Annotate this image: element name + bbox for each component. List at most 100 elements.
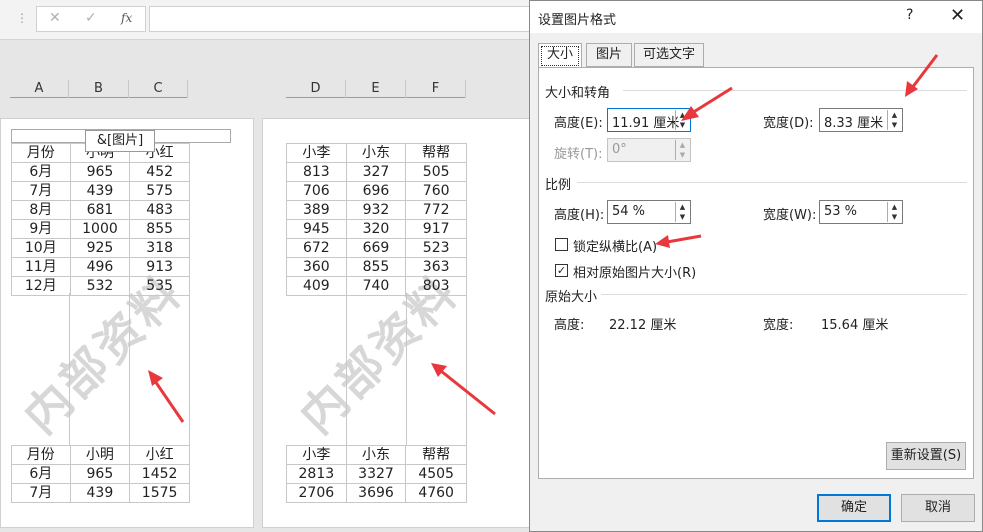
- ok-button[interactable]: 确定: [817, 494, 891, 522]
- table-cell[interactable]: 1575: [129, 483, 190, 503]
- table-header-cell[interactable]: 小李: [286, 445, 347, 465]
- scale-height-stepper[interactable]: 54 % ▲ ▼: [607, 200, 691, 224]
- close-icon[interactable]: ✕: [950, 5, 965, 26]
- table-cell[interactable]: 672: [286, 238, 347, 258]
- table-cell[interactable]: 9月: [11, 219, 71, 239]
- table-cell[interactable]: 532: [69, 276, 131, 296]
- table-cell[interactable]: 855: [129, 219, 190, 239]
- table-header-cell[interactable]: 小红: [129, 445, 190, 465]
- table-cell[interactable]: 855: [345, 257, 407, 277]
- column-header-c[interactable]: C: [129, 80, 188, 98]
- tab-alt-text[interactable]: 可选文字: [634, 43, 704, 67]
- lock-aspect-checkbox[interactable]: [555, 238, 568, 251]
- lock-aspect-label[interactable]: 锁定纵横比(A): [573, 236, 657, 255]
- table-cell[interactable]: 535: [129, 276, 190, 296]
- table-cell[interactable]: 813: [286, 162, 347, 182]
- table-cell[interactable]: 2813: [286, 464, 347, 484]
- table-cell[interactable]: 409: [286, 276, 347, 296]
- table-cell[interactable]: 439: [69, 181, 131, 201]
- table-cell[interactable]: 945: [286, 219, 347, 239]
- table-cell[interactable]: 8月: [11, 200, 71, 220]
- table-cell[interactable]: 740: [345, 276, 407, 296]
- table-header-cell[interactable]: 小明: [69, 445, 131, 465]
- table-cell[interactable]: 4505: [405, 464, 467, 484]
- table-cell[interactable]: 483: [129, 200, 190, 220]
- table-cell[interactable]: 496: [69, 257, 131, 277]
- cancel-icon[interactable]: ✕: [49, 10, 61, 26]
- table-header-cell[interactable]: 帮帮: [405, 143, 467, 163]
- table-cell[interactable]: 7月: [11, 181, 71, 201]
- table-cell[interactable]: 363: [405, 257, 467, 277]
- drag-grip-icon[interactable]: ⋮: [16, 11, 28, 25]
- table-cell[interactable]: 669: [345, 238, 407, 258]
- chevron-up-icon[interactable]: ▲: [676, 202, 689, 212]
- table-cell[interactable]: 696: [345, 181, 407, 201]
- table-cell[interactable]: 7月: [11, 483, 71, 503]
- table-cell[interactable]: 1452: [129, 464, 190, 484]
- table-cell[interactable]: 706: [286, 181, 347, 201]
- tab-picture[interactable]: 图片: [586, 43, 632, 67]
- width-stepper[interactable]: 8.33 厘米 ▲ ▼: [819, 108, 903, 132]
- reset-button[interactable]: 重新设置(S): [886, 442, 966, 470]
- relative-size-label[interactable]: 相对原始图片大小(R): [573, 262, 696, 281]
- table-cell[interactable]: 932: [345, 200, 407, 220]
- table-cell[interactable]: 452: [129, 162, 190, 182]
- table-cell[interactable]: 4760: [405, 483, 467, 503]
- insert-function-icon[interactable]: fx: [121, 11, 132, 25]
- chevron-down-icon[interactable]: ▼: [676, 120, 689, 130]
- chevron-up-icon[interactable]: ▲: [888, 202, 901, 212]
- column-header-f[interactable]: F: [406, 80, 466, 98]
- column-header-d[interactable]: D: [286, 80, 346, 98]
- column-header-b[interactable]: B: [69, 80, 129, 98]
- table-cell[interactable]: 11月: [11, 257, 71, 277]
- table-cell[interactable]: 575: [129, 181, 190, 201]
- table-cell[interactable]: 772: [405, 200, 467, 220]
- table-cell[interactable]: 681: [69, 200, 131, 220]
- chevron-up-icon[interactable]: ▲: [888, 110, 901, 120]
- table-header-cell[interactable]: 小李: [286, 143, 347, 163]
- table-cell[interactable]: 439: [69, 483, 131, 503]
- table-cell[interactable]: 917: [405, 219, 467, 239]
- table-cell[interactable]: 6月: [11, 464, 71, 484]
- table-cell[interactable]: 6月: [11, 162, 71, 182]
- table-cell[interactable]: 523: [405, 238, 467, 258]
- dialog-titlebar[interactable]: 设置图片格式 ? ✕: [530, 1, 982, 33]
- table-cell[interactable]: 3327: [345, 464, 407, 484]
- table-cell[interactable]: 360: [286, 257, 347, 277]
- height-stepper[interactable]: 11.91 厘米 ▲ ▼: [607, 108, 691, 132]
- table-cell[interactable]: 913: [129, 257, 190, 277]
- help-icon[interactable]: ?: [906, 7, 913, 23]
- table-cell[interactable]: 505: [405, 162, 467, 182]
- scale-width-stepper[interactable]: 53 % ▲ ▼: [819, 200, 903, 224]
- chevron-down-icon[interactable]: ▼: [676, 212, 689, 222]
- enter-icon[interactable]: ✓: [85, 10, 97, 26]
- column-header-a[interactable]: A: [10, 80, 69, 98]
- table-cell[interactable]: 760: [405, 181, 467, 201]
- table-cell[interactable]: 803: [405, 276, 467, 296]
- chevron-up-icon[interactable]: ▲: [676, 110, 689, 120]
- table-cell[interactable]: 2706: [286, 483, 347, 503]
- table-cell[interactable]: 389: [286, 200, 347, 220]
- table-cell[interactable]: 965: [69, 162, 131, 182]
- table-cell[interactable]: 965: [69, 464, 131, 484]
- formula-input[interactable]: [149, 6, 530, 32]
- table-cell[interactable]: 925: [69, 238, 131, 258]
- table-cell[interactable]: 12月: [11, 276, 71, 296]
- table-cell[interactable]: 327: [345, 162, 407, 182]
- table-header-cell[interactable]: 小东: [345, 143, 407, 163]
- page-header-picture-code[interactable]: &[图片]: [85, 130, 155, 152]
- chevron-down-icon[interactable]: ▼: [888, 212, 901, 222]
- cancel-button[interactable]: 取消: [901, 494, 975, 522]
- table-header-cell[interactable]: 帮帮: [405, 445, 467, 465]
- table-cell[interactable]: 320: [345, 219, 407, 239]
- table-cell[interactable]: 10月: [11, 238, 71, 258]
- table-cell[interactable]: 318: [129, 238, 190, 258]
- table-cell[interactable]: 1000: [69, 219, 131, 239]
- column-header-e[interactable]: E: [346, 80, 406, 98]
- table-header-cell[interactable]: 月份: [11, 445, 71, 465]
- tab-size[interactable]: 大小: [538, 43, 582, 69]
- table-cell[interactable]: 3696: [345, 483, 407, 503]
- relative-size-checkbox[interactable]: ✓: [555, 264, 568, 277]
- chevron-down-icon[interactable]: ▼: [888, 120, 901, 130]
- table-header-cell[interactable]: 小东: [345, 445, 407, 465]
